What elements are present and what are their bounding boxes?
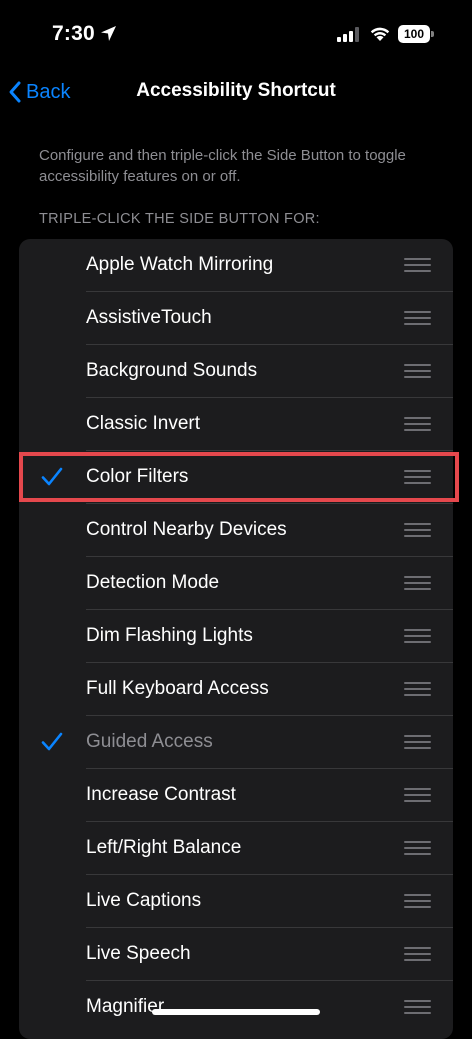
reorder-handle-icon[interactable] bbox=[404, 841, 431, 855]
list-item[interactable]: Increase Contrast bbox=[19, 769, 453, 822]
reorder-handle-icon[interactable] bbox=[404, 894, 431, 908]
reorder-handle-icon[interactable] bbox=[404, 1000, 431, 1014]
reorder-handle-icon[interactable] bbox=[404, 629, 431, 643]
reorder-handle-icon[interactable] bbox=[404, 417, 431, 431]
navigation-bar: Back Accessibility Shortcut bbox=[0, 66, 472, 116]
list-item-label: Live Captions bbox=[86, 890, 202, 911]
battery-indicator: 100 bbox=[398, 25, 434, 43]
list-item-label: Full Keyboard Access bbox=[86, 678, 269, 699]
shortcut-description: Configure and then triple-click the Side… bbox=[39, 147, 406, 185]
list-item[interactable]: Dim Flashing Lights bbox=[19, 610, 453, 663]
shortcut-options-list: Apple Watch Mirroring AssistiveTouch Backg… bbox=[19, 239, 453, 1039]
list-item[interactable]: Magnifier bbox=[19, 981, 453, 1034]
list-item-label: Magnifier bbox=[86, 996, 165, 1017]
wifi-icon bbox=[370, 27, 390, 41]
list-item-label: Detection Mode bbox=[86, 572, 220, 593]
list-item-label: Color Filters bbox=[86, 466, 189, 487]
list-item-label: Increase Contrast bbox=[86, 784, 236, 805]
list-item[interactable]: Color Filters bbox=[19, 451, 453, 504]
list-item[interactable]: Guided Access bbox=[19, 716, 453, 769]
reorder-handle-icon[interactable] bbox=[404, 682, 431, 696]
list-item-label: Guided Access bbox=[86, 731, 213, 752]
reorder-handle-icon[interactable] bbox=[404, 523, 431, 537]
reorder-handle-icon[interactable] bbox=[404, 258, 431, 272]
page-title: Accessibility Shortcut bbox=[136, 80, 336, 101]
reorder-handle-icon[interactable] bbox=[404, 576, 431, 590]
checkmark-icon bbox=[41, 467, 63, 486]
status-bar: 7:30 100 bbox=[0, 0, 472, 60]
list-item[interactable]: Live Captions bbox=[19, 875, 453, 928]
list-item-label: Left/Right Balance bbox=[86, 837, 242, 858]
battery-level: 100 bbox=[398, 25, 430, 43]
reorder-handle-icon[interactable] bbox=[404, 364, 431, 378]
reorder-handle-icon[interactable] bbox=[404, 735, 431, 749]
cellular-signal-icon bbox=[337, 27, 359, 42]
list-item-label: Background Sounds bbox=[86, 360, 258, 381]
list-item-label: Dim Flashing Lights bbox=[86, 625, 253, 646]
list-item[interactable]: AssistiveTouch bbox=[19, 292, 453, 345]
reorder-handle-icon[interactable] bbox=[404, 311, 431, 325]
list-item-label: Apple Watch Mirroring bbox=[86, 254, 274, 275]
list-item-label: Control Nearby Devices bbox=[86, 519, 287, 540]
reorder-handle-icon[interactable] bbox=[404, 470, 431, 484]
status-time: 7:30 bbox=[52, 22, 95, 45]
list-item[interactable]: Full Keyboard Access bbox=[19, 663, 453, 716]
list-item[interactable]: Classic Invert bbox=[19, 398, 453, 451]
location-arrow-icon bbox=[101, 26, 116, 41]
reorder-handle-icon[interactable] bbox=[404, 788, 431, 802]
list-item[interactable]: Control Nearby Devices bbox=[19, 504, 453, 557]
list-item[interactable]: Detection Mode bbox=[19, 557, 453, 610]
section-header: TRIPLE-CLICK THE SIDE BUTTON FOR: bbox=[39, 211, 320, 227]
list-item[interactable]: Apple Watch Mirroring bbox=[19, 239, 453, 292]
list-item[interactable]: Left/Right Balance bbox=[19, 822, 453, 875]
list-item[interactable]: Background Sounds bbox=[19, 345, 453, 398]
battery-cap bbox=[431, 31, 434, 37]
list-item-label: Live Speech bbox=[86, 943, 191, 964]
home-indicator bbox=[152, 1009, 320, 1015]
list-item-label: AssistiveTouch bbox=[86, 307, 212, 328]
reorder-handle-icon[interactable] bbox=[404, 947, 431, 961]
list-item-label: Classic Invert bbox=[86, 413, 201, 434]
list-item[interactable]: Live Speech bbox=[19, 928, 453, 981]
checkmark-icon bbox=[41, 732, 63, 751]
